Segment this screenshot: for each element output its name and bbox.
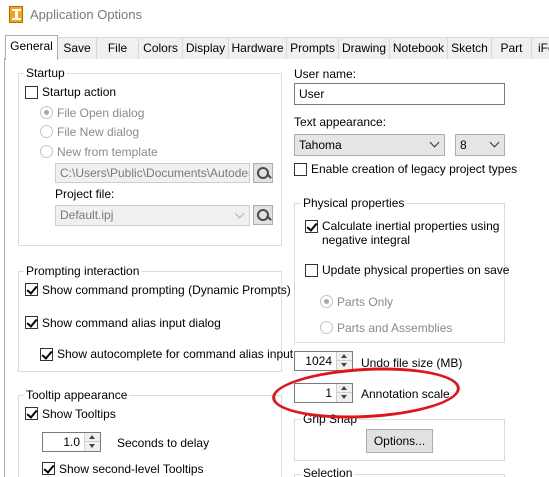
calc-inertial-checkbox[interactable] <box>305 220 318 233</box>
parts-assemblies-label: Parts and Assemblies <box>337 321 453 335</box>
file-new-label: File New dialog <box>57 125 140 139</box>
show-prompting-checkbox[interactable] <box>25 283 38 296</box>
show-tooltips-label: Show Tooltips <box>42 407 116 421</box>
font-value: Tahoma <box>299 138 342 152</box>
text-appearance-label: Text appearance: <box>294 115 387 129</box>
tooltip-legend: Tooltip appearance <box>24 388 130 402</box>
grip-snap-legend: Grip Snap <box>301 412 360 426</box>
window-title: Application Options <box>30 7 143 22</box>
startup-action-checkbox[interactable] <box>25 86 38 99</box>
tab-drawing[interactable]: Drawing <box>338 37 390 59</box>
template-path-field[interactable]: C:\Users\Public\Documents\Autodesk\I <box>55 163 250 183</box>
second-level-tooltips-label: Show second-level Tooltips <box>59 462 204 476</box>
file-new-radio[interactable] <box>40 125 53 138</box>
tab-hardware[interactable]: Hardware <box>228 37 287 59</box>
spin-up-icon[interactable] <box>337 384 352 393</box>
spin-up-icon[interactable] <box>85 433 100 442</box>
legacy-project-label: Enable creation of legacy project types <box>311 162 518 176</box>
project-file-select[interactable]: Default.ipj <box>55 205 250 226</box>
chevron-down-icon <box>234 208 245 218</box>
annotation-scale-label: Annotation scale <box>361 387 450 401</box>
selection-legend: Selection <box>301 466 355 477</box>
project-browse-icon[interactable] <box>253 205 273 225</box>
project-file-label: Project file: <box>55 187 115 201</box>
new-template-radio[interactable] <box>40 145 53 158</box>
tab-notebook[interactable]: Notebook <box>389 37 448 59</box>
undo-size-label: Undo file size (MB) <box>361 356 463 370</box>
spin-down-icon[interactable] <box>337 361 352 370</box>
template-browse-icon[interactable] <box>253 163 273 183</box>
grip-options-button[interactable]: Options... <box>366 429 433 453</box>
user-name-field[interactable]: User <box>294 83 505 105</box>
tab-display[interactable]: Display <box>182 37 229 59</box>
font-size-select[interactable]: 8 <box>455 134 505 156</box>
tab-save[interactable]: Save <box>57 37 97 59</box>
tab-strip: General Save File Colors Display Hardwar… <box>0 35 549 60</box>
parts-only-radio[interactable] <box>320 295 333 308</box>
spin-down-icon[interactable] <box>337 393 352 402</box>
show-autocomplete-label: Show autocomplete for command alias inpu… <box>57 347 294 361</box>
font-size-value: 8 <box>460 138 467 152</box>
calc-inertial-label: Calculate inertial properties using <box>322 219 500 233</box>
parts-only-label: Parts Only <box>337 295 394 309</box>
spin-down-icon[interactable] <box>85 442 100 451</box>
chevron-down-icon <box>489 137 500 148</box>
parts-assemblies-radio[interactable] <box>320 321 333 334</box>
title-bar: Application Options <box>0 0 549 30</box>
tab-part[interactable]: Part <box>491 37 532 59</box>
startup-action-label: Startup action <box>42 85 117 99</box>
tab-colors[interactable]: Colors <box>138 37 183 59</box>
update-on-save-checkbox[interactable] <box>305 264 318 277</box>
font-select[interactable]: Tahoma <box>294 134 445 156</box>
update-on-save-label: Update physical properties on save <box>322 263 510 277</box>
calc-inertial-label-line2: negative integral <box>322 233 411 247</box>
file-open-label: File Open dialog <box>57 106 145 120</box>
new-template-label: New from template <box>57 145 158 159</box>
show-alias-label: Show command alias input dialog <box>42 316 221 330</box>
project-file-value: Default.ipj <box>60 208 114 222</box>
show-tooltips-checkbox[interactable] <box>25 407 38 420</box>
tooltip-delay-value: 1.0 <box>63 435 80 449</box>
chevron-down-icon <box>429 137 440 148</box>
tab-ifeature[interactable]: iFe <box>531 37 549 59</box>
inventor-app-icon <box>9 6 23 23</box>
undo-size-spinner[interactable]: 1024 <box>294 351 353 371</box>
file-open-radio[interactable] <box>40 106 53 119</box>
startup-legend: Startup <box>24 66 67 80</box>
user-name-label: User name: <box>294 67 357 81</box>
undo-size-value: 1024 <box>305 354 332 368</box>
tab-file[interactable]: File <box>96 37 139 59</box>
spin-up-icon[interactable] <box>337 352 352 361</box>
show-alias-checkbox[interactable] <box>25 316 38 329</box>
tab-general[interactable]: General <box>5 35 58 60</box>
annotation-scale-spinner[interactable]: 1 <box>294 383 353 403</box>
tooltip-delay-spinner[interactable]: 1.0 <box>42 432 101 452</box>
physical-properties-legend: Physical properties <box>301 196 407 210</box>
show-prompting-label: Show command prompting (Dynamic Prompts) <box>42 283 291 297</box>
tab-prompts[interactable]: Prompts <box>286 37 339 59</box>
second-level-tooltips-checkbox[interactable] <box>42 462 55 475</box>
tab-sketch[interactable]: Sketch <box>447 37 492 59</box>
show-autocomplete-checkbox[interactable] <box>40 348 53 361</box>
tooltip-delay-label: Seconds to delay <box>117 436 210 450</box>
annotation-scale-value: 1 <box>325 386 332 400</box>
prompting-legend: Prompting interaction <box>24 264 142 278</box>
legacy-project-checkbox[interactable] <box>294 163 307 176</box>
